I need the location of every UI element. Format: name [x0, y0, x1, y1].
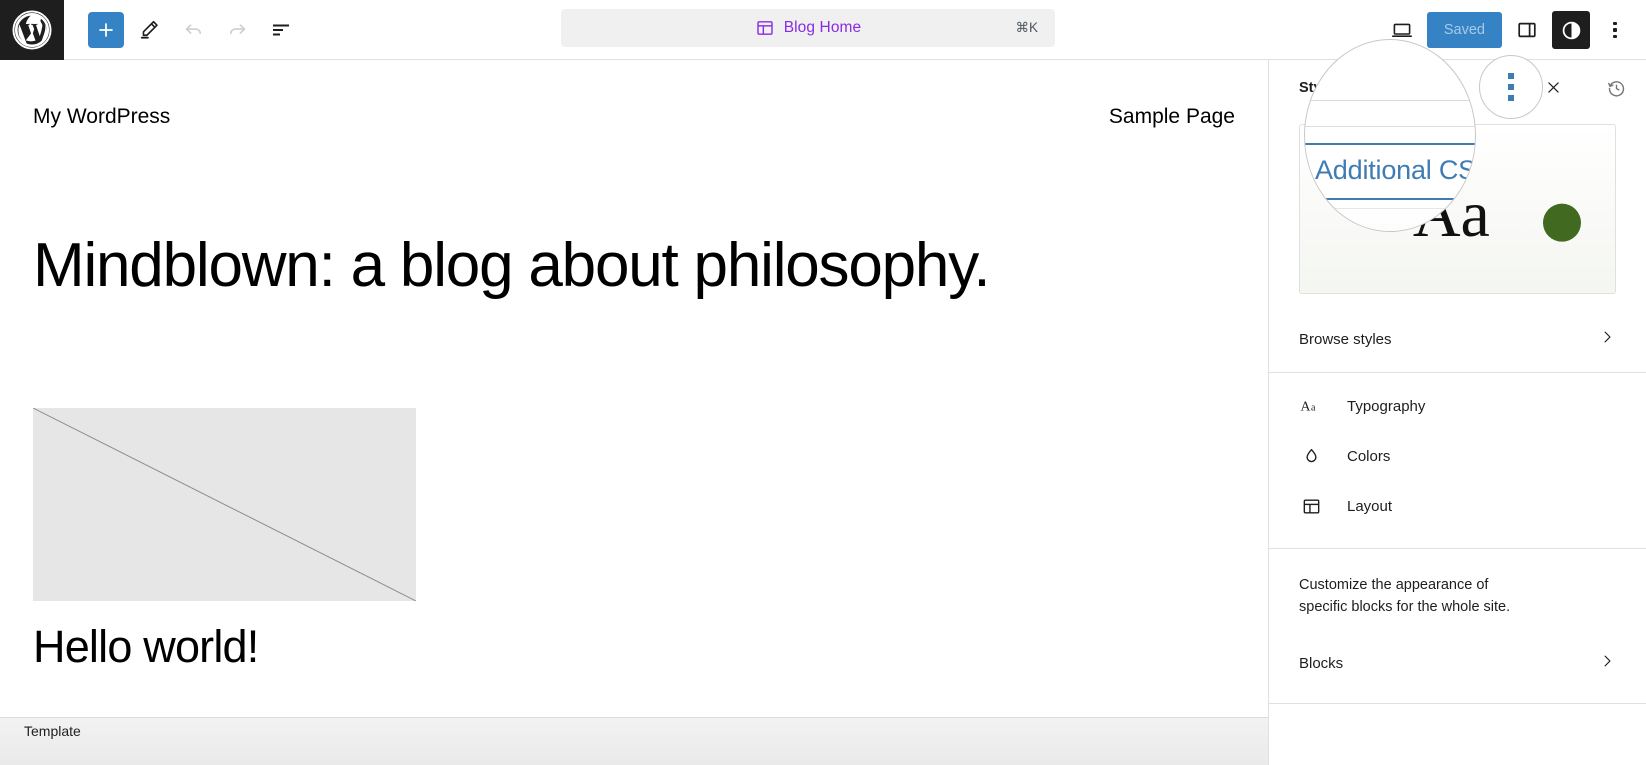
- plus-icon: [99, 22, 113, 37]
- styles-toggle-button[interactable]: [1552, 11, 1590, 49]
- svg-text:a: a: [1311, 403, 1316, 414]
- command-bar[interactable]: Blog Home ⌘K: [561, 9, 1055, 47]
- magnifier-overlay: Additional CSS Welcome Guide Aa: [1304, 39, 1476, 232]
- list-view-button[interactable]: [262, 11, 300, 49]
- undo-button[interactable]: [174, 11, 212, 49]
- layout-label: Layout: [1347, 497, 1393, 515]
- sidebar-divider: [1269, 372, 1646, 373]
- magnified-divider: [1305, 126, 1475, 127]
- command-bar-label: Blog Home: [783, 19, 862, 36]
- image-placeholder-icon[interactable]: [33, 408, 416, 602]
- sidebar-item-layout[interactable]: Layout: [1269, 481, 1646, 531]
- status-bar-label: Template: [24, 723, 81, 739]
- post-title-hello-world[interactable]: Hello world!: [0, 601, 1268, 670]
- settings-sidebar-toggle[interactable]: [1508, 11, 1546, 49]
- edit-mode-button[interactable]: [130, 11, 168, 49]
- list-view-icon: [273, 24, 289, 35]
- wordpress-site-editor: Blog Home ⌘K Saved My WordPress Sample P…: [0, 0, 1646, 765]
- undo-arrow-icon: [185, 24, 201, 35]
- command-bar-shortcut: ⌘K: [1015, 20, 1038, 35]
- svg-text:A: A: [1300, 399, 1310, 414]
- typography-label: Typography: [1347, 397, 1426, 415]
- sidebar-item-browse-styles[interactable]: Browse styles: [1269, 314, 1646, 364]
- wordpress-logo-icon[interactable]: [0, 0, 64, 60]
- ellipsis-dot: [1613, 28, 1617, 32]
- editor-options-button[interactable]: [1596, 11, 1634, 49]
- additional-css-label: Additional CSS: [1315, 155, 1476, 185]
- ellipsis-dot: [1508, 73, 1514, 79]
- close-x-icon: [1547, 81, 1559, 93]
- blocks-section-description: Customize the appearance of specific blo…: [1299, 577, 1511, 615]
- magnified-menu-item-additional-css[interactable]: Additional CSS: [1305, 143, 1476, 200]
- site-title[interactable]: My WordPress: [33, 105, 170, 129]
- magnifier-content: Additional CSS Welcome Guide Aa: [1305, 40, 1475, 231]
- style-preview-color-swatch: [1543, 203, 1581, 242]
- sidebar-divider: [1269, 548, 1646, 549]
- chevron-right-icon: [1598, 652, 1616, 675]
- sidebar-item-blocks[interactable]: Blocks: [1269, 639, 1646, 689]
- typography-aa-icon: A a: [1299, 395, 1323, 417]
- add-block-button[interactable]: [88, 11, 124, 48]
- editor-status-bar: Template: [0, 717, 1268, 765]
- redo-arrow-icon: [229, 24, 245, 35]
- ellipsis-dot: [1613, 34, 1617, 39]
- sidebar-divider: [1269, 702, 1646, 704]
- magnified-divider: [1305, 100, 1475, 101]
- styles-more-menu-button[interactable]: [1479, 55, 1543, 119]
- styles-header-actions: [1598, 70, 1634, 106]
- ellipsis-dot: [1508, 84, 1514, 90]
- chevron-right-icon: [1598, 328, 1616, 351]
- toolbar-left-group: [64, 11, 300, 49]
- revisions-button[interactable]: [1598, 70, 1634, 106]
- layout-grid-icon: [1299, 496, 1323, 517]
- styles-contrast-icon: [1562, 21, 1580, 39]
- blocks-label: Blocks: [1299, 655, 1344, 672]
- colors-label: Colors: [1347, 447, 1391, 465]
- nav-link-sample-page[interactable]: Sample Page: [1109, 105, 1235, 129]
- template-layout-icon: [756, 21, 773, 35]
- clock-revisions-icon: [1607, 80, 1624, 97]
- sidebar-item-typography[interactable]: A a Typography: [1269, 381, 1646, 431]
- ellipsis-dot: [1508, 95, 1514, 101]
- redo-button[interactable]: [218, 11, 256, 49]
- page-title[interactable]: Mindblown: a blog about philosophy.: [0, 129, 1268, 298]
- pencil-icon: [140, 20, 158, 39]
- close-styles-panel-button[interactable]: [1537, 71, 1569, 103]
- color-droplet-icon: [1299, 446, 1323, 467]
- ellipsis-dot: [1613, 21, 1617, 26]
- sidebar-panel-icon: [1518, 22, 1536, 38]
- browse-styles-label: Browse styles: [1299, 330, 1392, 348]
- editor-canvas[interactable]: My WordPress Sample Page Mindblown: a bl…: [0, 60, 1268, 711]
- site-header: My WordPress Sample Page: [0, 60, 1268, 129]
- sidebar-item-colors[interactable]: Colors: [1269, 431, 1646, 481]
